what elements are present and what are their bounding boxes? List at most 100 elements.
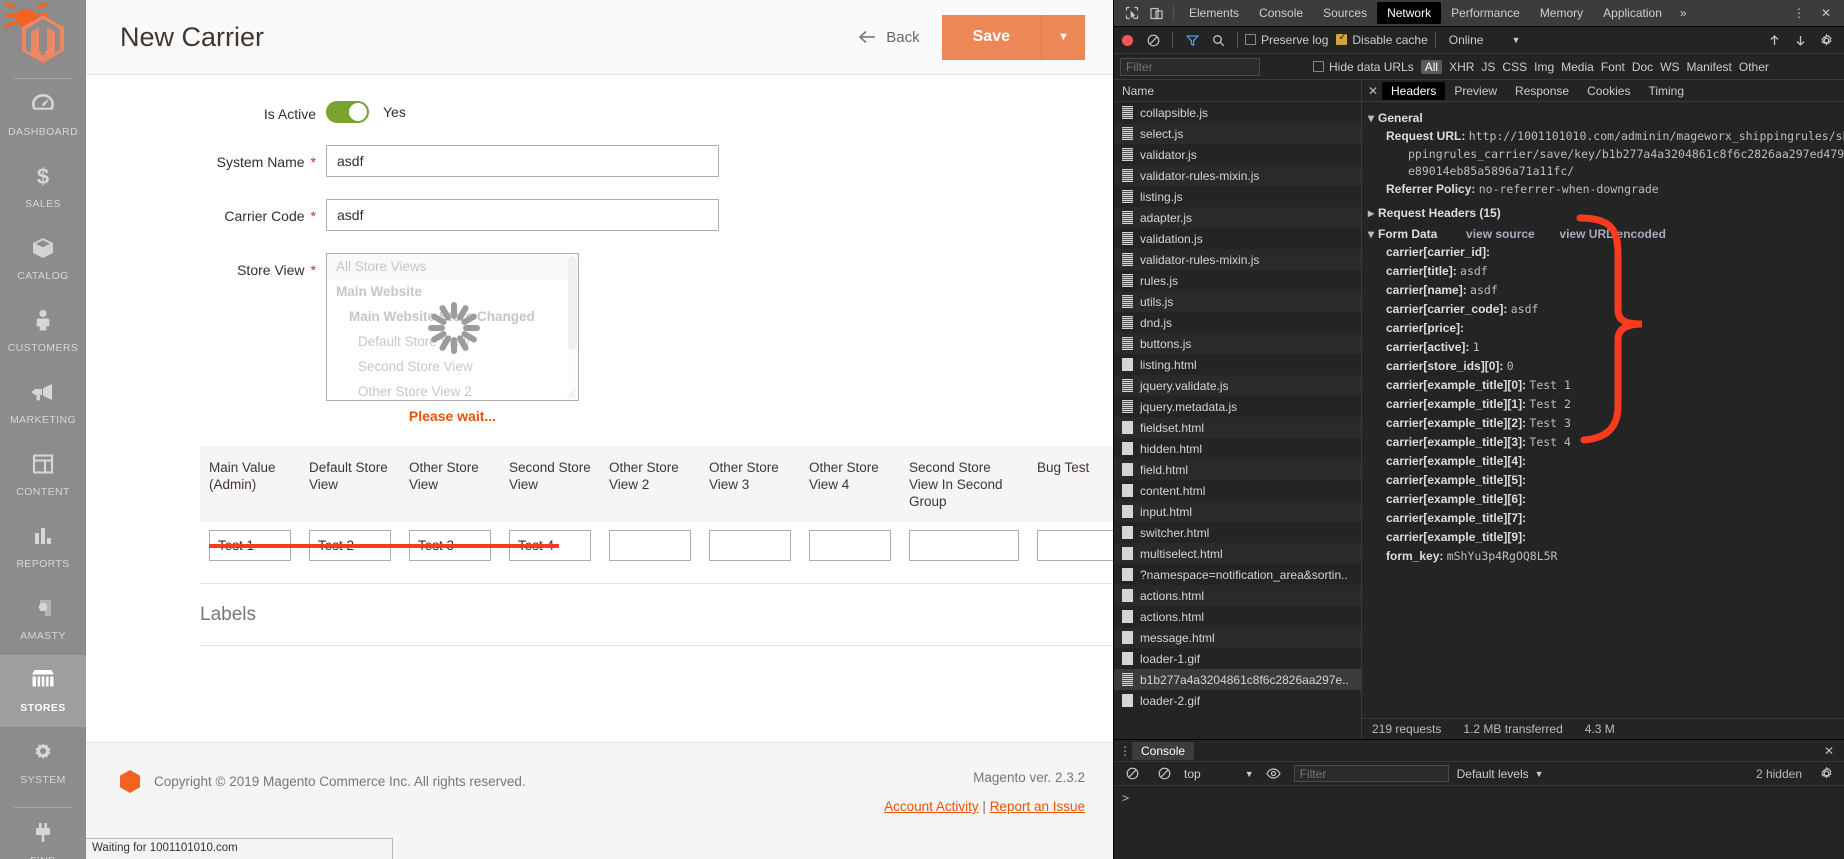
gear-icon [2,740,84,766]
request-headers-section-header[interactable]: ▸ Request Headers (15) [1368,206,1844,220]
sidebar-item-dashboard[interactable]: DASHBOARD [0,79,86,151]
network-rows[interactable]: collapsible.js select.js validator.js va… [1114,102,1361,739]
tab-network[interactable]: Network [1377,2,1442,24]
close-icon[interactable]: ✕ [1364,84,1382,98]
cursor-select-icon[interactable] [1120,2,1144,24]
kebab-menu-icon[interactable]: ⋮ [1787,2,1811,24]
upload-icon[interactable] [1762,29,1786,51]
download-icon[interactable] [1788,29,1812,51]
example-title-input-7[interactable] [909,530,1019,561]
example-title-input-5[interactable] [709,530,791,561]
console-levels-select[interactable]: Default levels ▼ [1457,767,1544,781]
table-header-cell: Other Store View 3 [709,460,779,492]
filter-type-all[interactable]: All [1420,59,1443,74]
detail-tab-headers[interactable]: Headers [1382,81,1446,100]
throttling-select[interactable]: Online ▼ [1449,33,1521,47]
filter-type-xhr[interactable]: XHR [1449,60,1474,74]
store-view-multiselect[interactable]: All Store Views Main Website Main Websit… [326,253,579,401]
form-data-section-header[interactable]: ▾ Form Data view source view URL encoded [1368,227,1844,241]
form-data-key: carrier[example_title][6]: [1386,492,1527,506]
example-title-input-4[interactable] [609,530,691,561]
filter-type-doc[interactable]: Doc [1632,60,1653,74]
tab-sources[interactable]: Sources [1313,2,1377,24]
example-title-input-8[interactable] [1037,530,1113,561]
tab-elements[interactable]: Elements [1179,2,1249,24]
device-toolbar-icon[interactable] [1144,2,1168,24]
form-data-entry: carrier[carrier_code]: asdf [1368,300,1844,319]
tab-overflow-button[interactable]: » [1672,6,1695,20]
sidebar-item-customers[interactable]: CUSTOMERS [0,295,86,367]
console-context-select[interactable]: top ▼ [1184,767,1254,781]
filter-type-img[interactable]: Img [1534,60,1554,74]
example-title-input-6[interactable] [809,530,891,561]
drawer-tab-console[interactable]: Console [1132,741,1195,760]
clear-icon[interactable] [1141,29,1165,51]
detail-tab-cookies[interactable]: Cookies [1578,82,1639,100]
save-button[interactable]: Save [941,14,1041,60]
tab-application[interactable]: Application [1593,2,1672,24]
gear-icon[interactable] [1814,763,1838,785]
network-main: Name collapsible.js select.js validator.… [1114,80,1844,739]
view-source-link[interactable]: view source [1466,227,1535,241]
filter-type-manifest[interactable]: Manifest [1687,60,1732,74]
browser-status-bar: Waiting for 1001101010.com [86,838,393,859]
tab-console[interactable]: Console [1249,2,1313,24]
hide-data-urls-checkbox[interactable]: Hide data URLs [1313,60,1414,74]
sidebar-item-label: REPORTS [16,558,70,570]
detail-tab-timing[interactable]: Timing [1639,82,1693,100]
save-options-button[interactable]: ▼ [1041,14,1085,60]
form-data-value: asdf [1510,302,1539,316]
search-icon[interactable] [1206,29,1230,51]
filter-type-other[interactable]: Other [1739,60,1769,74]
sidebar-item-marketing[interactable]: MARKETING [0,367,86,439]
filter-type-js[interactable]: JS [1481,60,1495,74]
general-section-header[interactable]: ▾ General [1368,111,1844,125]
sidebar-item-stores[interactable]: STORES [0,655,86,727]
sidebar-item-system[interactable]: SYSTEM [0,727,86,799]
network-filter-input[interactable] [1120,57,1260,76]
detail-tab-response[interactable]: Response [1506,82,1578,100]
sidebar-item-reports[interactable]: REPORTS [0,511,86,583]
tab-performance[interactable]: Performance [1441,2,1530,24]
filter-type-ws[interactable]: WS [1660,60,1679,74]
filter-type-css[interactable]: CSS [1502,60,1527,74]
filter-type-font[interactable]: Font [1601,60,1625,74]
sidebar-item-find-partners[interactable]: FIND PARTNERS & EXTENSIONS [0,808,86,859]
eye-icon[interactable] [1262,763,1286,785]
filter-type-media[interactable]: Media [1561,60,1594,74]
account-activity-link[interactable]: Account Activity [884,799,979,814]
sidebar-item-catalog[interactable]: CATALOG [0,223,86,295]
funnel-icon[interactable] [1180,29,1204,51]
detail-tab-preview[interactable]: Preview [1445,82,1506,100]
form-data-entry: carrier[example_title][4]: [1368,452,1844,471]
report-issue-link[interactable]: Report an Issue [990,799,1085,814]
js-file-icon [1122,379,1133,392]
clear-console-icon[interactable] [1120,763,1144,785]
sidebar-item-sales[interactable]: $ SALES [0,151,86,223]
gear-icon[interactable] [1814,29,1838,51]
disable-cache-checkbox[interactable]: Disable cache [1336,32,1428,47]
back-button[interactable]: Back [858,29,920,46]
network-row-name: adapter.js [1140,210,1193,225]
sidebar-item-content[interactable]: CONTENT [0,439,86,511]
close-icon[interactable]: ✕ [1814,2,1838,24]
carrier-code-input[interactable] [326,199,719,231]
kebab-menu-icon[interactable]: ⋮ [1118,744,1132,758]
tab-memory[interactable]: Memory [1530,2,1593,24]
console-prompt[interactable]: > [1114,786,1844,810]
magento-logo[interactable] [0,0,86,78]
labels-section-header[interactable]: Labels [200,584,1113,646]
view-url-encoded-link[interactable]: view URL encoded [1559,227,1665,241]
close-icon[interactable]: ✕ [1818,744,1840,758]
network-column-header-name[interactable]: Name [1114,80,1361,102]
system-name-input[interactable] [326,145,719,177]
preserve-log-checkbox[interactable]: Preserve log [1245,33,1328,47]
js-file-icon [1122,673,1133,686]
clear-icon-2[interactable] [1152,763,1176,785]
is-active-toggle[interactable] [326,101,369,123]
record-button-icon[interactable] [1122,34,1133,46]
console-filter-input[interactable] [1293,765,1449,782]
sidebar-item-amasty[interactable]: AMASTY [0,583,86,655]
required-marker: * [310,262,316,278]
is-active-label: Is Active [263,106,316,122]
